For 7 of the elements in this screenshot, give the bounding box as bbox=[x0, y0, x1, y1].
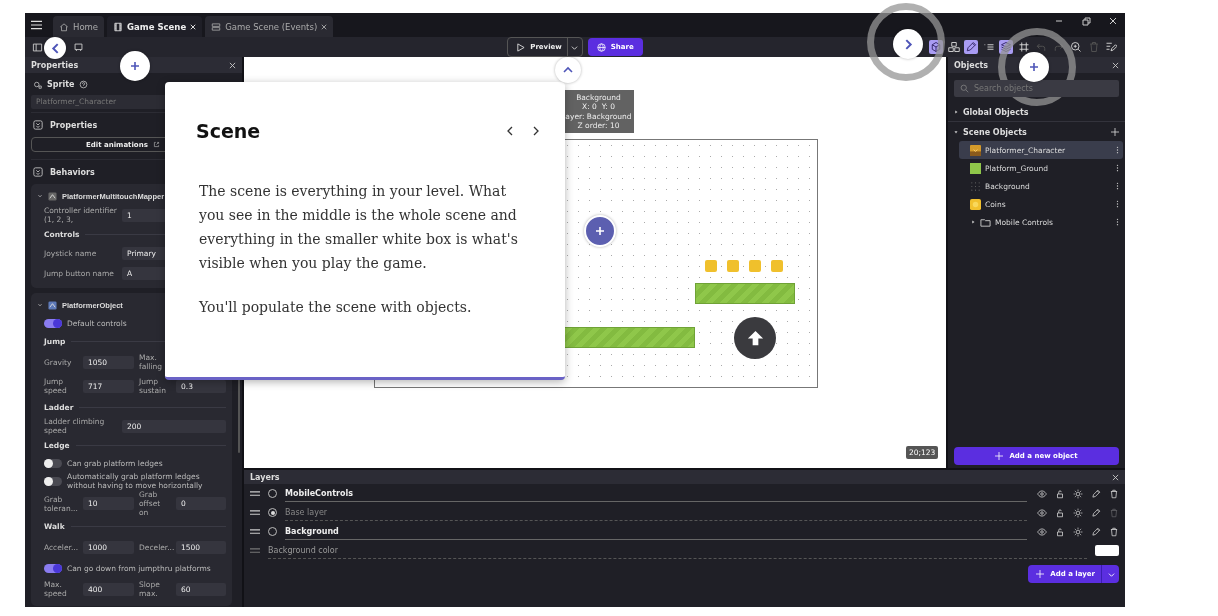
panel-title: Objects bbox=[954, 60, 989, 70]
panel-title: Properties bbox=[31, 60, 79, 70]
section-title: Properties bbox=[50, 120, 98, 130]
panel-title: Layers bbox=[250, 472, 280, 482]
section-title: Behaviors bbox=[50, 167, 95, 177]
object-type: Sprite bbox=[47, 79, 75, 89]
background-color-label: Background color bbox=[268, 542, 1087, 559]
